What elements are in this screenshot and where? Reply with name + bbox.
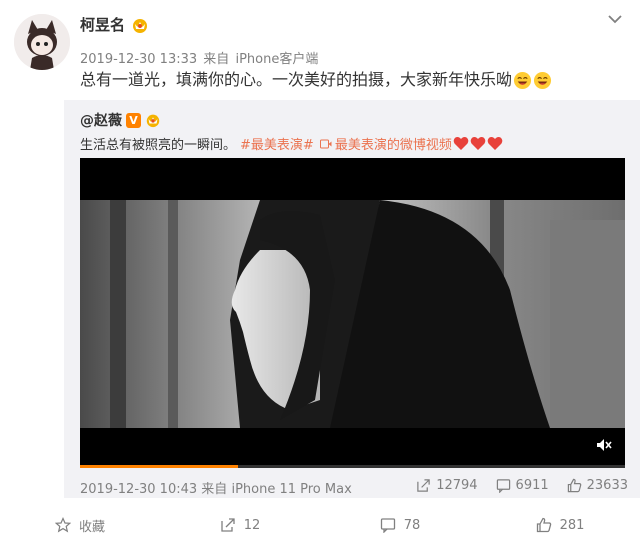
author-name[interactable]: 柯昱名	[80, 14, 125, 35]
thumbs-up-icon	[536, 517, 551, 533]
repost-source[interactable]: iPhone 11 Pro Max	[231, 482, 351, 497]
repost-time[interactable]: 2019-12-30 10:43	[80, 482, 197, 497]
comment-icon	[496, 479, 510, 493]
post-header: 柯昱名	[80, 14, 149, 35]
post-body: 总有一道光，填满你的心。一次美好的拍摄，大家新年快乐呦	[80, 70, 513, 89]
comment-count-label: 6911	[515, 478, 549, 493]
favorite-label: 收藏	[78, 519, 105, 535]
video-frame[interactable]	[80, 200, 625, 428]
action-bar: 收藏 12 78 281	[0, 506, 640, 544]
video-progress-track[interactable]	[80, 465, 625, 468]
video-player[interactable]	[80, 158, 625, 468]
avatar[interactable]	[14, 14, 70, 70]
repost-count: 12	[243, 517, 261, 533]
repost-body: 生活总有被照亮的一瞬间。	[80, 138, 237, 153]
comment-count: 78	[403, 517, 421, 533]
heart-icon	[487, 137, 503, 150]
post-meta: 2019-12-30 13:33 来自 iPhone客户端	[80, 48, 320, 67]
like-count-label: 23633	[586, 478, 628, 493]
star-icon	[54, 517, 71, 533]
post-source[interactable]: iPhone客户端	[235, 52, 318, 67]
like-button[interactable]: 281	[480, 506, 640, 544]
vip-crown-icon[interactable]	[145, 112, 161, 128]
repost-box: @赵薇 V 生活总有被照亮的一瞬间。 #最美表演# 最美表演的微博视频 2019…	[64, 100, 640, 498]
post-time[interactable]: 2019-12-30 13:33	[80, 52, 197, 67]
video-link-label[interactable]: 最美表演的微博视频	[335, 134, 452, 153]
repost-header: @赵薇 V	[80, 110, 161, 130]
comment-button[interactable]: 78	[320, 506, 480, 544]
repost-text: 生活总有被照亮的一瞬间。 #最美表演# 最美表演的微博视频	[80, 134, 503, 153]
post-text: 总有一道光，填满你的心。一次美好的拍摄，大家新年快乐呦	[80, 68, 552, 92]
repost-forward-count[interactable]: 12794	[416, 478, 478, 493]
heart-icon	[453, 137, 469, 150]
video-progress-fill	[80, 465, 239, 468]
thumbs-up-icon	[567, 478, 581, 493]
topic-link[interactable]: #最美表演#	[240, 134, 314, 153]
share-icon	[221, 518, 235, 532]
mute-icon[interactable]	[595, 436, 613, 454]
repost-meta: 2019-12-30 10:43 来自 iPhone 11 Pro Max	[80, 478, 352, 497]
comment-icon	[380, 518, 395, 533]
forward-count-label: 12794	[436, 478, 478, 493]
repost-stats: 12794 6911 23633	[398, 478, 628, 493]
avatar-illustration	[14, 14, 70, 70]
chevron-down-icon[interactable]	[606, 12, 624, 26]
repost-like-count[interactable]: 23633	[567, 478, 628, 493]
repost-author[interactable]: @赵薇	[80, 110, 122, 130]
laugh-emoji-icon	[513, 71, 532, 89]
video-link[interactable]: 最美表演的微博视频	[319, 134, 452, 153]
share-icon	[417, 479, 430, 492]
repost-button[interactable]: 12	[160, 506, 320, 544]
vip-crown-icon[interactable]	[131, 16, 149, 34]
heart-icon	[470, 137, 486, 150]
video-icon	[319, 139, 332, 148]
favorite-button[interactable]: 收藏	[0, 506, 160, 544]
laugh-emoji-icon	[533, 71, 552, 89]
repost-footer: 2019-12-30 10:43 来自 iPhone 11 Pro Max 12…	[80, 478, 628, 497]
repost-comment-count[interactable]: 6911	[496, 478, 549, 493]
repost-source-prefix: 来自	[201, 482, 228, 497]
source-prefix: 来自	[203, 52, 230, 67]
like-count: 281	[559, 517, 585, 533]
verified-badge-icon[interactable]: V	[126, 112, 141, 128]
